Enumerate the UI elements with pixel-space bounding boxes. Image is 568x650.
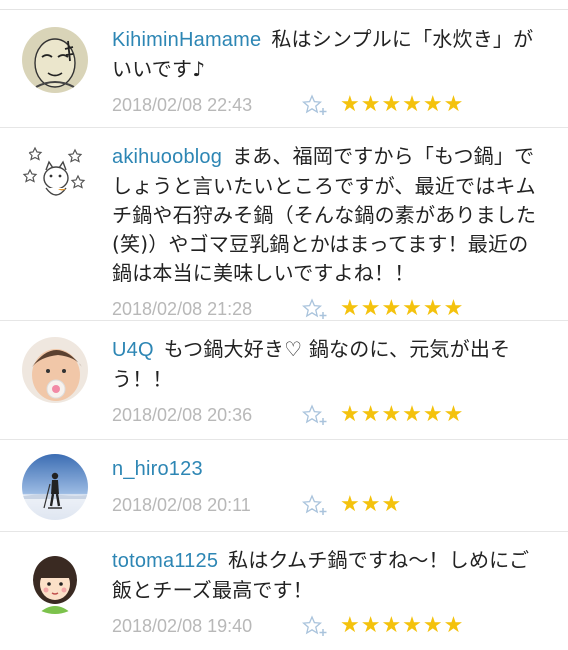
username-link[interactable]: totoma1125 (112, 550, 218, 572)
comment-item: KihiminHamame 私はシンプルに「水炊き」がいいです♪ 2018/02/… (0, 11, 568, 128)
star-rating: ★★★★★★ (340, 296, 465, 321)
user-avatar[interactable] (22, 548, 88, 614)
comment-item: akihuooblog まあ、福岡ですから「もつ鍋」でしょうと言いたいところですが… (0, 128, 568, 321)
timestamp: 2018/02/08 20:36 (112, 404, 253, 425)
top-divider (0, 0, 568, 10)
comment-item: totoma1125 私はクムチ鍋ですね～！しめにご飯とチーズ最高です！ 2018… (0, 532, 568, 650)
comment-meta: 2018/02/08 21:28 ★★★★★★ (112, 296, 548, 322)
star-plus-icon[interactable] (302, 298, 330, 320)
comment-list: KihiminHamame 私はシンプルに「水炊き」がいいです♪ 2018/02/… (0, 11, 568, 650)
timestamp: 2018/02/08 22:43 (112, 94, 253, 115)
star-plus-icon[interactable] (302, 494, 330, 516)
comment-body: U4Q もつ鍋大好き♡ 鍋なのに、元気が出そう！！ (112, 335, 548, 394)
user-avatar[interactable] (22, 27, 88, 93)
star-plus-icon[interactable] (302, 615, 330, 637)
user-avatar[interactable] (22, 454, 88, 520)
username-link[interactable]: KihiminHamame (112, 29, 261, 51)
comment-item: U4Q もつ鍋大好き♡ 鍋なのに、元気が出そう！！ 2018/02/08 20:3… (0, 321, 568, 440)
username-link[interactable]: n_hiro123 (112, 458, 203, 480)
user-avatar[interactable] (22, 337, 88, 403)
star-plus-icon[interactable] (302, 94, 330, 116)
star-plus-icon[interactable] (302, 404, 330, 426)
star-rating: ★★★★★★ (340, 613, 465, 638)
comment-text: もつ鍋大好き♡ 鍋なのに、元気が出そう！！ (112, 337, 511, 391)
timestamp: 2018/02/08 20:11 (112, 494, 251, 515)
comment-body: KihiminHamame 私はシンプルに「水炊き」がいいです♪ (112, 25, 548, 84)
timestamp: 2018/02/08 21:28 (112, 298, 253, 319)
username-link[interactable]: akihuooblog (112, 146, 222, 168)
comment-body: n_hiro123 (112, 454, 548, 484)
comment-meta: 2018/02/08 19:40 ★★★★★★ (112, 613, 548, 639)
user-avatar[interactable] (22, 140, 88, 206)
comment-meta: 2018/02/08 20:36 ★★★★★★ (112, 402, 548, 428)
timestamp: 2018/02/08 19:40 (112, 615, 253, 636)
star-rating: ★★★★★★ (340, 92, 465, 117)
star-rating: ★★★★★★ (340, 402, 465, 427)
username-link[interactable]: U4Q (112, 339, 154, 361)
comment-item: n_hiro123 2018/02/08 20:11 ★★★ (0, 440, 568, 532)
comment-body: totoma1125 私はクムチ鍋ですね～！しめにご飯とチーズ最高です！ (112, 546, 548, 605)
star-rating: ★★★ (340, 492, 403, 517)
comment-meta: 2018/02/08 22:43 ★★★★★★ (112, 92, 548, 118)
comment-body: akihuooblog まあ、福岡ですから「もつ鍋」でしょうと言いたいところですが… (112, 142, 548, 288)
comment-meta: 2018/02/08 20:11 ★★★ (112, 492, 548, 518)
